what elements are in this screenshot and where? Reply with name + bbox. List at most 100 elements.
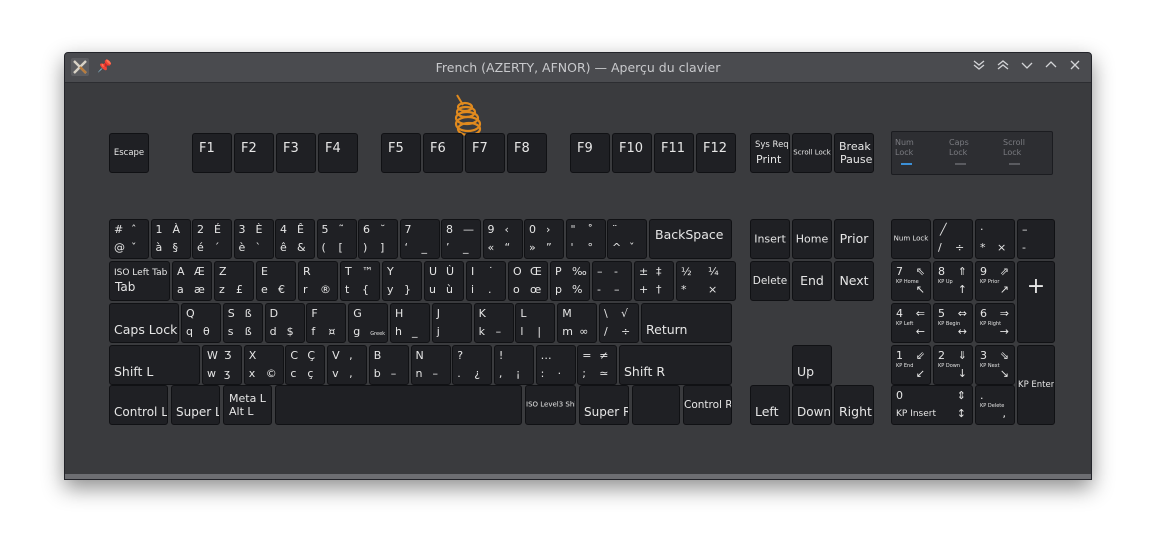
key-r1-10[interactable]: 0 › » ” (524, 219, 564, 259)
key-r4-8[interactable]: …: · (535, 345, 576, 385)
key-insert[interactable]: Insert (750, 219, 790, 259)
title-bar[interactable]: 📌 French (AZERTY, AFNOR) — Aperçu du cla… (65, 53, 1091, 83)
key-r4-3[interactable]: V, v, (327, 345, 368, 385)
key-end[interactable]: End (792, 261, 832, 301)
key-r3-6[interactable]: Jj (431, 303, 472, 343)
key-caps-lock[interactable]: Caps Lock (109, 303, 179, 343)
key-r4-6[interactable]: ?. ¿ (452, 345, 493, 385)
key-r1-2[interactable]: 2 Éé ´ (192, 219, 232, 259)
key-scroll-lock[interactable]: Scroll Lock (792, 133, 832, 173)
key-control-right[interactable]: Control R (683, 385, 732, 425)
key-r1-8[interactable]: 8 — ’ _ (441, 219, 481, 259)
key-kp5[interactable]: 5 ⇔ KP Begin ↔ (933, 303, 973, 343)
key-r3-2[interactable]: Dd $ (264, 303, 305, 343)
key-r1-6[interactable]: 6 ˘)] (358, 219, 398, 259)
key-r3-3[interactable]: Ff ¤ (306, 303, 347, 343)
key-r2-4[interactable]: T ™ t { (340, 261, 380, 301)
key-r4-4[interactable]: Bb – (368, 345, 409, 385)
key-kp8[interactable]: 8 ⇑ KP Up ↑ (933, 261, 973, 301)
keep-below-icon[interactable] (969, 57, 989, 77)
key-r4-7[interactable]: !, ¡ (493, 345, 534, 385)
key-r1-5[interactable]: 5 ˜ ([ (316, 219, 357, 259)
key-r1-0[interactable]: # ˆ @ ˇ (109, 219, 149, 259)
key-f2[interactable]: F2 (234, 133, 274, 173)
key-r2-6[interactable]: UÙuù (424, 261, 464, 301)
key-next[interactable]: Next (834, 261, 874, 301)
key-f3[interactable]: F3 (276, 133, 316, 173)
key-space[interactable] (275, 385, 522, 425)
key-f9[interactable]: F9 (570, 133, 610, 173)
key-r2-8[interactable]: OŒoœ (508, 261, 548, 301)
key-r4-9[interactable]: = ≠; ≃ (577, 345, 618, 385)
key-down[interactable]: Down (792, 385, 832, 425)
key-r2-3[interactable]: Rr ® (298, 261, 338, 301)
key-f10[interactable]: F10 (612, 133, 652, 173)
key-r3-5[interactable]: Hh _ (390, 303, 430, 343)
key-r3-4[interactable]: Gg Greek (348, 303, 389, 343)
key-r1-11[interactable]: " ˚ ' ° (565, 219, 606, 259)
key-kp-multiply[interactable]: · * × (975, 219, 1015, 259)
key-f5[interactable]: F5 (381, 133, 421, 173)
key-f7[interactable]: F7 (465, 133, 505, 173)
key-kp-add[interactable]: + (1017, 261, 1055, 343)
key-prior[interactable]: Prior (834, 219, 874, 259)
key-tab[interactable]: ISO Left Tab Tab (109, 261, 170, 301)
key-super-left[interactable]: Super L (171, 385, 220, 425)
key-kp3[interactable]: 3 ⇘ KP Next ↘ (975, 345, 1015, 385)
key-kp-divide[interactable]: ╱ / ÷ (933, 219, 973, 259)
key-r4-2[interactable]: CÇcç (285, 345, 326, 385)
key-kp6[interactable]: 6 ⇒ KP Right → (975, 303, 1015, 343)
key-r3-9[interactable]: Mm ∞ (557, 303, 598, 343)
key-r1-3[interactable]: 3 Èè ` (233, 219, 274, 259)
key-kp-decimal[interactable]: . KP Delete, (975, 385, 1015, 425)
key-return[interactable]: Return (641, 303, 732, 343)
key-kp-enter[interactable]: KP Enter (1017, 345, 1055, 425)
key-r3-7[interactable]: Kk – (473, 303, 514, 343)
key-f12[interactable]: F12 (696, 133, 736, 173)
key-r2-5[interactable]: Yy} (382, 261, 422, 301)
key-backspace[interactable]: BackSpace (649, 219, 732, 259)
key-kp7[interactable]: 7 ⇖ KP Home ↖ (891, 261, 931, 301)
key-left[interactable]: Left (750, 385, 790, 425)
key-r2-0[interactable]: AÆaæ (172, 261, 212, 301)
key-control-left[interactable]: Control L (109, 385, 168, 425)
key-r4-0[interactable]: WƷwʒ (202, 345, 242, 385)
key-num-lock[interactable]: Num Lock (891, 219, 931, 259)
keep-above-icon[interactable] (993, 57, 1013, 77)
key-menu[interactable] (632, 385, 680, 425)
key-r1-12[interactable]: ¨ ^ ˇ (607, 219, 647, 259)
close-icon[interactable] (1065, 57, 1085, 77)
key-home[interactable]: Home (792, 219, 832, 259)
key-super-right[interactable]: Super R (579, 385, 629, 425)
key-r2-1[interactable]: Zz £ (214, 261, 254, 301)
key-r2-2[interactable]: Ee € (256, 261, 296, 301)
key-pause[interactable]: Break Pause (834, 133, 874, 173)
key-up[interactable]: Up (792, 345, 832, 385)
key-kp4[interactable]: 4 ⇐ KP Left ← (891, 303, 931, 343)
key-r3-1[interactable]: Sßsß (222, 303, 263, 343)
key-r4-5[interactable]: Nn – (410, 345, 451, 385)
key-shift-right[interactable]: Shift R (619, 345, 732, 385)
key-r2-12[interactable]: ½ ¼ * × (676, 261, 736, 301)
key-f4[interactable]: F4 (318, 133, 358, 173)
key-delete[interactable]: Delete (750, 261, 790, 301)
key-r2-7[interactable]: I ˙ i. (466, 261, 506, 301)
key-f11[interactable]: F11 (654, 133, 694, 173)
key-kp2[interactable]: 2 ⇓ KP Down ↓ (933, 345, 973, 385)
key-r3-0[interactable]: Qqθ (181, 303, 221, 343)
key-f6[interactable]: F6 (423, 133, 463, 173)
key-kp9[interactable]: 9 ⇗ KP Prior ↗ (975, 261, 1015, 301)
key-r1-4[interactable]: 4 Êê & (275, 219, 315, 259)
key-r1-1[interactable]: 1 Àà § (150, 219, 191, 259)
key-right[interactable]: Right (834, 385, 874, 425)
key-f1[interactable]: F1 (192, 133, 232, 173)
key-kp-subtract[interactable]: – - (1017, 219, 1055, 259)
key-alt-left[interactable]: Meta L Alt L (223, 385, 272, 425)
key-r3-10[interactable]: \ √ / ÷ (599, 303, 639, 343)
key-kp1[interactable]: 1 ⇙ KP End ↙ (891, 345, 931, 385)
key-iso-level3-shift[interactable]: ISO Level3 Shift (525, 385, 576, 425)
key-shift-left[interactable]: Shift L (109, 345, 200, 385)
key-kp0[interactable]: 0 ⇕ KP Insert ↕ (891, 385, 973, 425)
key-r2-9[interactable]: P ‰ p% (550, 261, 590, 301)
maximize-icon[interactable] (1041, 57, 1061, 77)
